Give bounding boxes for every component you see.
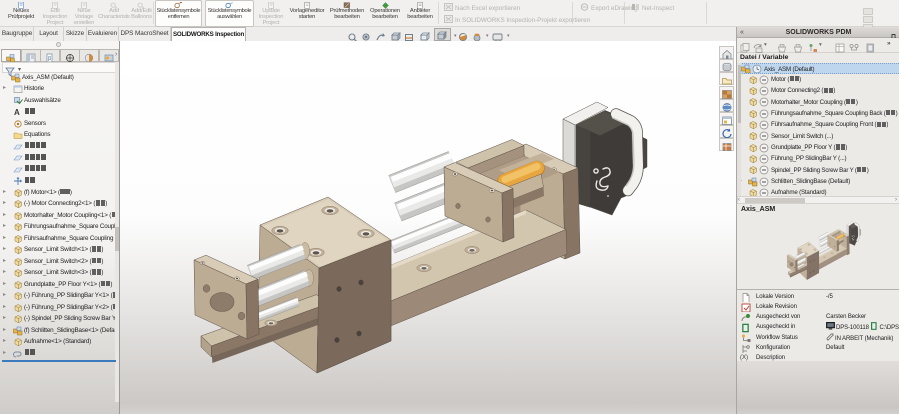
svg-text:A: A xyxy=(14,108,20,117)
